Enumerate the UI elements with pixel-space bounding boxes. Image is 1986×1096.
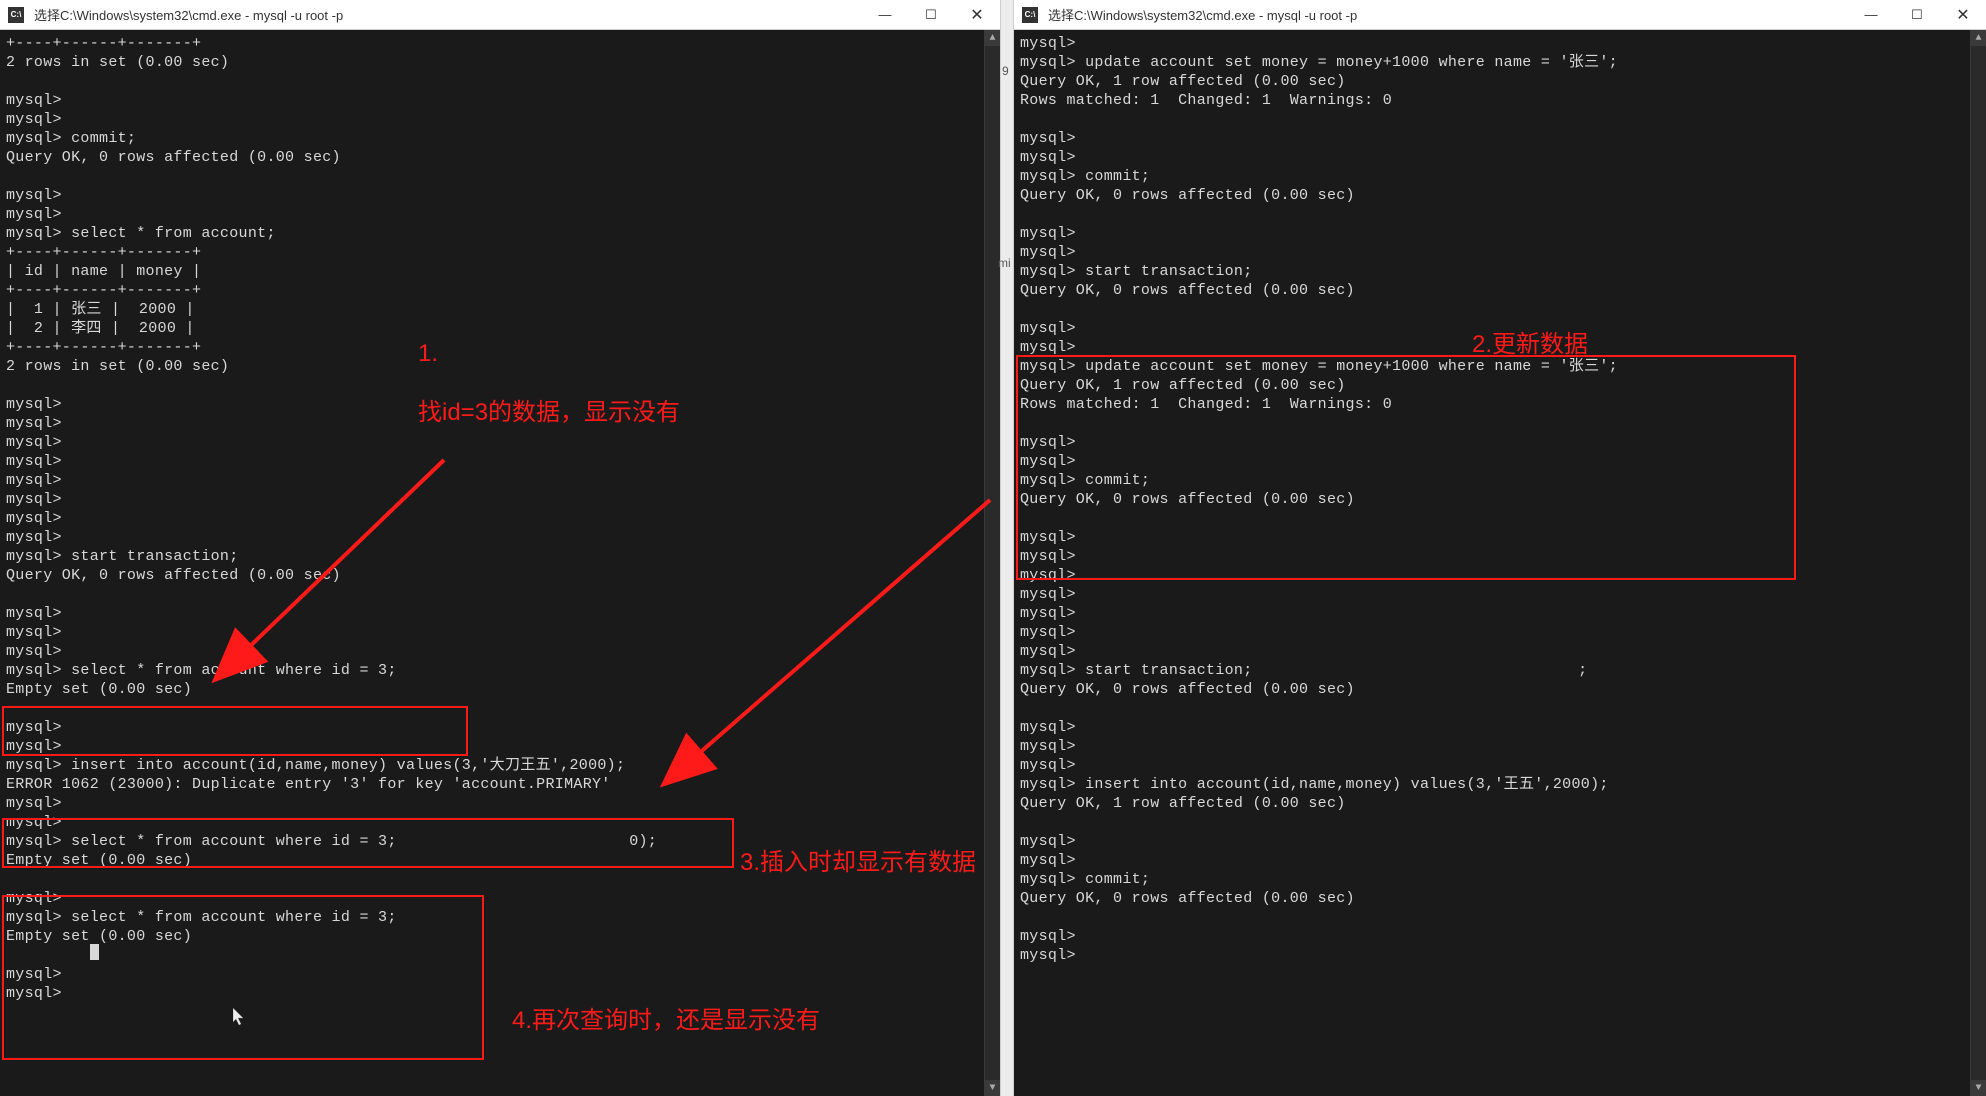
- close-button[interactable]: ✕: [1940, 0, 1986, 29]
- splitter-mark: mi: [998, 256, 1011, 270]
- splitter-mark: 9: [1002, 64, 1009, 78]
- right-titlebar[interactable]: C:\ 选择C:\Windows\system32\cmd.exe - mysq…: [1014, 0, 1986, 30]
- right-scrollbar[interactable]: ▲ ▼: [1970, 30, 1986, 1096]
- scroll-down-icon[interactable]: ▼: [985, 1080, 1000, 1096]
- close-button[interactable]: ✕: [954, 0, 1000, 29]
- maximize-button[interactable]: ☐: [908, 0, 954, 29]
- minimize-button[interactable]: —: [1848, 0, 1894, 29]
- minimize-button[interactable]: —: [862, 0, 908, 29]
- right-terminal[interactable]: mysql> mysql> update account set money =…: [1014, 30, 1986, 1096]
- scroll-up-icon[interactable]: ▲: [1971, 30, 1986, 46]
- left-title: 选择C:\Windows\system32\cmd.exe - mysql -u…: [32, 5, 862, 24]
- splitter[interactable]: 9 mi: [1000, 0, 1014, 1096]
- left-window: C:\ 选择C:\Windows\system32\cmd.exe - mysq…: [0, 0, 1000, 1096]
- left-titlebar[interactable]: C:\ 选择C:\Windows\system32\cmd.exe - mysq…: [0, 0, 1000, 30]
- right-title: 选择C:\Windows\system32\cmd.exe - mysql -u…: [1046, 5, 1848, 24]
- left-terminal[interactable]: +----+------+-------+ 2 rows in set (0.0…: [0, 30, 1000, 1096]
- left-scrollbar[interactable]: ▲ ▼: [984, 30, 1000, 1096]
- cmd-icon: C:\: [1022, 7, 1038, 23]
- maximize-button[interactable]: ☐: [1894, 0, 1940, 29]
- text-cursor: [90, 944, 99, 960]
- cmd-icon: C:\: [8, 7, 24, 23]
- right-window: C:\ 选择C:\Windows\system32\cmd.exe - mysq…: [1014, 0, 1986, 1096]
- scroll-up-icon[interactable]: ▲: [985, 30, 1000, 46]
- scroll-down-icon[interactable]: ▼: [1971, 1080, 1986, 1096]
